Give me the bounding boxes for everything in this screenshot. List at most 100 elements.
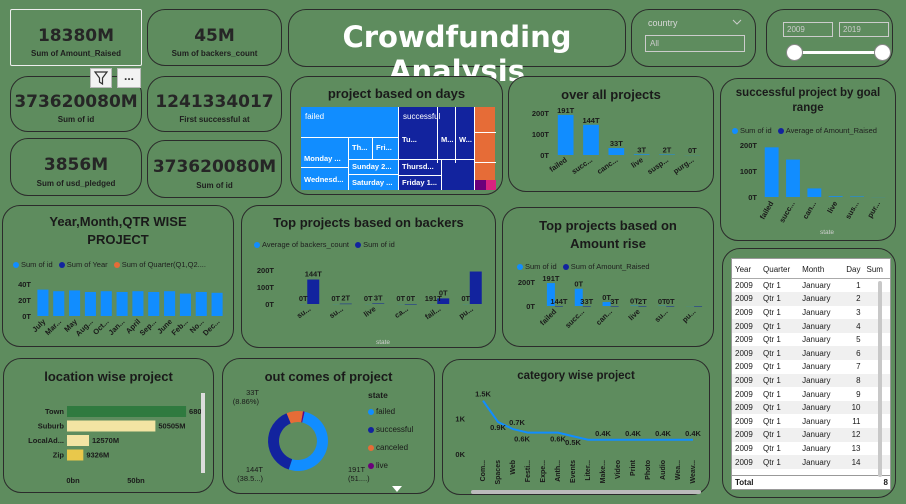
data-label: 2T [638,297,647,306]
legend-item[interactable]: failed [368,403,413,421]
table-row[interactable]: 2009 Qtr 1 January 11 [732,414,890,428]
bar [583,124,599,155]
x-tick-label: su... [295,304,312,320]
column-header[interactable]: Sum [863,259,890,279]
table-row[interactable]: 2009 Qtr 1 January 13 [732,442,890,456]
x-tick-label: Expe... [540,460,547,483]
y-tick-label: 0T [22,312,31,321]
table-row[interactable]: 2009 Qtr 1 January 10 [732,400,890,415]
date-range-slicer[interactable]: 2009 2019 [766,9,893,67]
scrollbar[interactable] [201,393,205,473]
range-end-handle[interactable] [874,44,891,61]
amount-chart[interactable]: 200T0Tfailed succ... can... live su... pu...1… [503,272,715,346]
x-tick-label: Festi... [525,460,532,482]
table-row[interactable]: 2009 Qtr 1 January 1 [732,279,890,293]
x-tick-label: Audio [660,460,667,480]
data-table[interactable]: Year Quarter Month Day Sum 2009 Qtr 1 Janu… [731,258,891,490]
table-row[interactable]: 2009 Qtr 1 January 7 [732,360,890,374]
x-tick-label: succ... [570,155,594,176]
table-row[interactable]: 2009 Qtr 1 January 6 [732,346,890,361]
data-label: 1.5K [475,390,491,399]
country-slicer[interactable]: country All [631,9,756,67]
table-row[interactable]: 2009 Qtr 1 January 12 [732,428,890,442]
treemap-cell[interactable]: Thursd... [399,159,441,175]
chart-legend: Sum of id Sum of Amount_Raised [517,262,650,271]
y-tick-label: 200T [257,266,275,275]
category-line-chart[interactable]: 1K 0K 1.5K Com... 0.9K Spaces 0.7K Web 0.6K Festi… [443,384,711,490]
y-tick-label: 100T [740,167,758,176]
range-start-handle[interactable] [786,44,803,61]
treemap-cell[interactable]: Saturday ... [349,174,398,190]
table-row[interactable]: 2009 Qtr 1 January 9 [732,387,890,401]
table-cell: 2 [839,292,864,306]
location-chart[interactable]: Town68034MSuburb50505MLocalAd...12570MZi… [4,399,204,491]
data-label: 191T [557,106,575,115]
column-header[interactable]: Year [732,259,761,279]
legend-item[interactable]: canceled [368,439,413,457]
title-card: Crowdfunding Analysis [288,9,626,88]
treemap-cell[interactable]: W... [455,107,475,163]
treemap-group-canceled[interactable] [474,107,496,190]
treemap-cell[interactable]: Sunday 2... [349,159,398,174]
kpi-first-successful[interactable]: 1241334017 First successful at [147,76,282,132]
x-tick-label: Photo [645,460,652,480]
ymq-chart[interactable]: 40T20T0TJulyMar... MayAug...Oct...Jan...A… [3,272,235,346]
table-row[interactable]: 2009 Qtr 1 January 14 [732,455,890,469]
treemap-cell[interactable]: Monday ... [301,137,349,170]
chevron-down-icon[interactable] [732,18,742,26]
table-row[interactable]: 2009 Qtr 1 January 8 [732,373,890,388]
legend-item[interactable]: live [368,457,413,475]
data-label: 0T [666,297,675,306]
start-year-input[interactable]: 2009 [783,22,833,37]
end-year-input[interactable]: 2019 [839,22,889,37]
treemap-cell[interactable]: Fri... [373,137,398,159]
more-options-button[interactable]: ... [117,68,141,88]
treemap-group-failed[interactable]: failed Monday ... Th... Fri... Sunday 2.… [301,107,398,190]
treemap-cell-small[interactable] [441,159,475,190]
bar [179,293,191,316]
x-tick-label: Mar... [43,317,63,337]
y-tick-label: 0T [526,302,535,311]
table-row[interactable]: 2009 Qtr 1 January 4 [732,319,890,333]
table-scrollbar[interactable] [878,281,882,477]
legend-scroll-down-icon[interactable] [391,485,403,493]
country-dropdown[interactable]: All [645,35,745,52]
column-header[interactable]: Day [839,259,864,279]
data-label: (8.86%) [233,397,260,406]
kpi-backers-count[interactable]: 45M Sum of backers_count [147,9,282,66]
x-tick-label: Dec... [201,317,222,338]
bar [67,435,89,446]
kpi-usd-pledged[interactable]: 3856M Sum of usd_pledged [10,138,142,196]
table-cell: 2009 [732,455,761,469]
kpi-sum-of-id-2[interactable]: 373620080M Sum of id [147,140,282,198]
table-row[interactable]: 2009 Qtr 1 January 5 [732,333,890,347]
data-label: 33T [580,297,593,306]
treemap-cell[interactable]: M... [437,107,455,163]
goal-range-chart[interactable]: 200T 100T 0Tfailed succ... can... live sus... p… [721,137,897,237]
backers-chart[interactable]: 200T100T0T su... su... live ca... fail... pu..… [242,252,497,347]
x-tick-label: su... [327,304,344,320]
treemap-group-successful[interactable]: successful Tu... M... W... Thursd... Fri… [398,107,475,190]
table-cell: 14 [839,455,864,469]
kpi-amount-raised[interactable]: 18380M Sum of Amount_Raised [10,9,142,66]
overall-projects-chart[interactable]: 200T 100T 0T 191T failed 144T succ... 33T canc..… [509,103,715,191]
table-cell: Qtr 1 [760,428,800,442]
table-row[interactable]: 2009 Qtr 1 January 3 [732,306,890,320]
backers-card: Top projects based on backers Average of… [241,205,496,348]
kpi-label: First successful at [179,115,250,124]
treemap-cell[interactable]: Tu... [399,107,437,163]
table-cell: 2009 [735,389,753,399]
column-header[interactable]: Quarter [760,259,800,279]
table-cell: Qtr 1 [760,319,800,333]
treemap-cell[interactable]: Friday 1... [399,175,441,190]
treemap-cell[interactable]: Th... [349,137,373,159]
treemap[interactable]: failed Monday ... Th... Fri... Sunday 2.… [301,107,496,190]
horizontal-scrollbar[interactable] [471,490,701,494]
table-row[interactable]: 2009 Qtr 1 January 2 [732,292,890,306]
treemap-title: project based on days [327,86,466,101]
treemap-cell[interactable]: Wednesd... [301,167,349,190]
filter-icon-button[interactable] [90,68,112,88]
x-tick-label: live [629,155,644,170]
column-header[interactable]: Month [799,259,840,279]
legend-item[interactable]: successful [368,421,413,439]
